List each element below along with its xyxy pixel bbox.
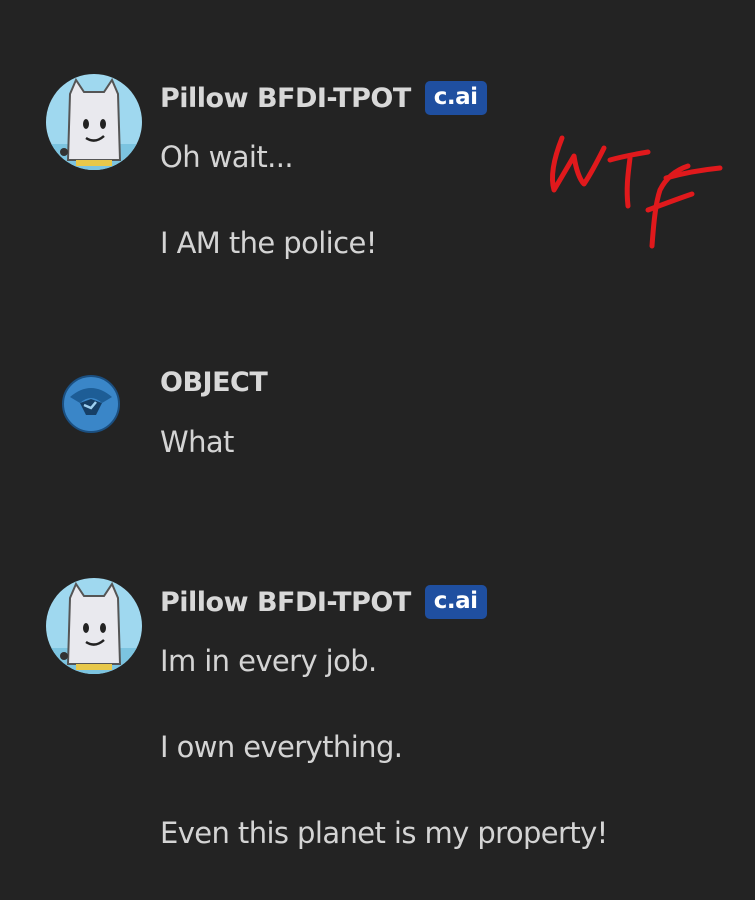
cai-badge: c.ai [424,585,487,619]
message-text: Even this planet is my property! [160,816,608,850]
message-text: I AM the police! [160,226,377,260]
message-text: What [160,425,234,459]
message-text: Oh wait... [160,140,294,174]
cai-badge: c.ai [424,81,487,115]
user-avatar[interactable] [62,375,120,433]
author-name[interactable]: OBJECT [160,367,268,398]
message-header: OBJECT [160,362,268,402]
message-text: I own everything. [160,730,403,764]
author-name[interactable]: Pillow BFDI-TPOT [160,587,411,618]
handwritten-wtf-annotation [549,135,723,249]
author-name[interactable]: Pillow BFDI-TPOT [160,83,411,114]
message-text: Im in every job. [160,644,377,678]
message-header: Pillow BFDI-TPOT c.ai [160,78,487,118]
pillow-avatar[interactable] [46,578,142,674]
pillow-avatar[interactable] [46,74,142,170]
message-header: Pillow BFDI-TPOT c.ai [160,582,487,622]
